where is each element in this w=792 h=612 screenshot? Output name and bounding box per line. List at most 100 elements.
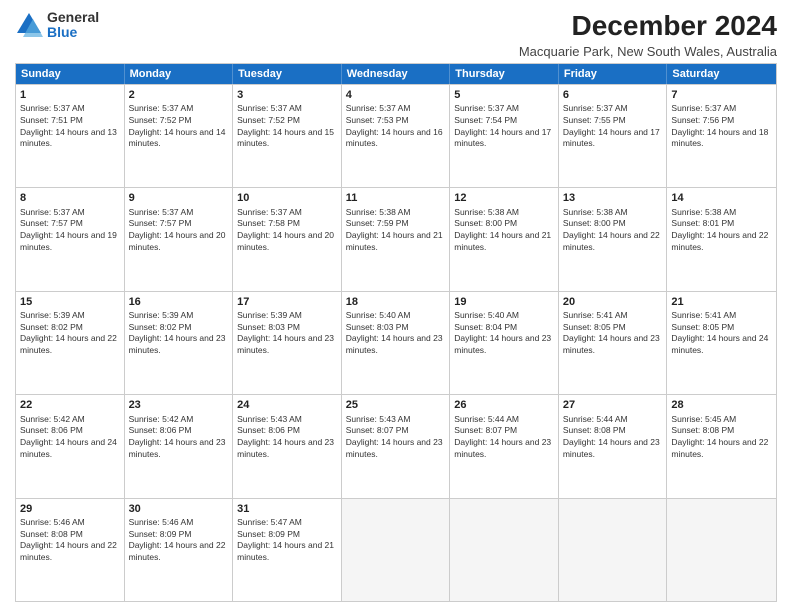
day-number: 3 (237, 88, 337, 102)
calendar-row-4: 22 Sunrise: 5:42 AMSunset: 8:06 PMDaylig… (16, 394, 776, 497)
day-number: 14 (671, 191, 772, 205)
header: General Blue December 2024 Macquarie Par… (15, 10, 777, 59)
calendar-header: Sunday Monday Tuesday Wednesday Thursday… (16, 64, 776, 84)
header-thursday: Thursday (450, 64, 559, 84)
day-number: 31 (237, 502, 337, 516)
page: General Blue December 2024 Macquarie Par… (0, 0, 792, 612)
day-18: 18 Sunrise: 5:40 AMSunset: 8:03 PMDaylig… (342, 292, 451, 394)
day-1: 1 Sunrise: 5:37 AMSunset: 7:51 PMDayligh… (16, 85, 125, 187)
calendar-row-1: 1 Sunrise: 5:37 AMSunset: 7:51 PMDayligh… (16, 84, 776, 187)
day-number: 1 (20, 88, 120, 102)
header-tuesday: Tuesday (233, 64, 342, 84)
day-2: 2 Sunrise: 5:37 AMSunset: 7:52 PMDayligh… (125, 85, 234, 187)
day-info: Sunrise: 5:37 AMSunset: 7:58 PMDaylight:… (237, 207, 334, 252)
day-25: 25 Sunrise: 5:43 AMSunset: 8:07 PMDaylig… (342, 395, 451, 497)
day-19: 19 Sunrise: 5:40 AMSunset: 8:04 PMDaylig… (450, 292, 559, 394)
calendar-row-2: 8 Sunrise: 5:37 AMSunset: 7:57 PMDayligh… (16, 187, 776, 290)
day-number: 29 (20, 502, 120, 516)
day-number: 21 (671, 295, 772, 309)
day-9: 9 Sunrise: 5:37 AMSunset: 7:57 PMDayligh… (125, 188, 234, 290)
calendar-body: 1 Sunrise: 5:37 AMSunset: 7:51 PMDayligh… (16, 84, 776, 601)
day-number: 5 (454, 88, 554, 102)
day-12: 12 Sunrise: 5:38 AMSunset: 8:00 PMDaylig… (450, 188, 559, 290)
day-info: Sunrise: 5:37 AMSunset: 7:57 PMDaylight:… (20, 207, 117, 252)
day-info: Sunrise: 5:38 AMSunset: 8:01 PMDaylight:… (671, 207, 768, 252)
day-number: 7 (671, 88, 772, 102)
subtitle: Macquarie Park, New South Wales, Austral… (519, 44, 777, 59)
logo-icon (15, 11, 43, 39)
day-number: 25 (346, 398, 446, 412)
day-number: 11 (346, 191, 446, 205)
day-number: 2 (129, 88, 229, 102)
day-number: 26 (454, 398, 554, 412)
day-info: Sunrise: 5:38 AMSunset: 7:59 PMDaylight:… (346, 207, 443, 252)
day-info: Sunrise: 5:39 AMSunset: 8:02 PMDaylight:… (129, 310, 226, 355)
day-info: Sunrise: 5:37 AMSunset: 7:52 PMDaylight:… (237, 103, 334, 148)
day-info: Sunrise: 5:44 AMSunset: 8:07 PMDaylight:… (454, 414, 551, 459)
day-15: 15 Sunrise: 5:39 AMSunset: 8:02 PMDaylig… (16, 292, 125, 394)
day-info: Sunrise: 5:43 AMSunset: 8:07 PMDaylight:… (346, 414, 443, 459)
day-27: 27 Sunrise: 5:44 AMSunset: 8:08 PMDaylig… (559, 395, 668, 497)
header-sunday: Sunday (16, 64, 125, 84)
day-16: 16 Sunrise: 5:39 AMSunset: 8:02 PMDaylig… (125, 292, 234, 394)
header-wednesday: Wednesday (342, 64, 451, 84)
day-number: 22 (20, 398, 120, 412)
day-info: Sunrise: 5:39 AMSunset: 8:02 PMDaylight:… (20, 310, 117, 355)
day-info: Sunrise: 5:39 AMSunset: 8:03 PMDaylight:… (237, 310, 334, 355)
day-5: 5 Sunrise: 5:37 AMSunset: 7:54 PMDayligh… (450, 85, 559, 187)
header-saturday: Saturday (667, 64, 776, 84)
day-6: 6 Sunrise: 5:37 AMSunset: 7:55 PMDayligh… (559, 85, 668, 187)
day-info: Sunrise: 5:37 AMSunset: 7:51 PMDaylight:… (20, 103, 117, 148)
day-info: Sunrise: 5:37 AMSunset: 7:57 PMDaylight:… (129, 207, 226, 252)
title-block: December 2024 Macquarie Park, New South … (519, 10, 777, 59)
day-info: Sunrise: 5:46 AMSunset: 8:09 PMDaylight:… (129, 517, 226, 562)
day-21: 21 Sunrise: 5:41 AMSunset: 8:05 PMDaylig… (667, 292, 776, 394)
day-info: Sunrise: 5:43 AMSunset: 8:06 PMDaylight:… (237, 414, 334, 459)
day-number: 19 (454, 295, 554, 309)
logo-general: General (47, 10, 99, 25)
main-title: December 2024 (519, 10, 777, 42)
day-info: Sunrise: 5:41 AMSunset: 8:05 PMDaylight:… (563, 310, 660, 355)
day-info: Sunrise: 5:41 AMSunset: 8:05 PMDaylight:… (671, 310, 768, 355)
day-number: 24 (237, 398, 337, 412)
logo-text: General Blue (47, 10, 99, 41)
day-info: Sunrise: 5:38 AMSunset: 8:00 PMDaylight:… (563, 207, 660, 252)
day-26: 26 Sunrise: 5:44 AMSunset: 8:07 PMDaylig… (450, 395, 559, 497)
day-number: 30 (129, 502, 229, 516)
day-14: 14 Sunrise: 5:38 AMSunset: 8:01 PMDaylig… (667, 188, 776, 290)
day-info: Sunrise: 5:37 AMSunset: 7:55 PMDaylight:… (563, 103, 660, 148)
day-number: 6 (563, 88, 663, 102)
day-number: 9 (129, 191, 229, 205)
day-24: 24 Sunrise: 5:43 AMSunset: 8:06 PMDaylig… (233, 395, 342, 497)
logo: General Blue (15, 10, 99, 41)
day-info: Sunrise: 5:46 AMSunset: 8:08 PMDaylight:… (20, 517, 117, 562)
day-number: 8 (20, 191, 120, 205)
day-30: 30 Sunrise: 5:46 AMSunset: 8:09 PMDaylig… (125, 499, 234, 601)
day-number: 15 (20, 295, 120, 309)
day-number: 18 (346, 295, 446, 309)
day-info: Sunrise: 5:37 AMSunset: 7:52 PMDaylight:… (129, 103, 226, 148)
day-8: 8 Sunrise: 5:37 AMSunset: 7:57 PMDayligh… (16, 188, 125, 290)
calendar-row-5: 29 Sunrise: 5:46 AMSunset: 8:08 PMDaylig… (16, 498, 776, 601)
day-info: Sunrise: 5:37 AMSunset: 7:53 PMDaylight:… (346, 103, 443, 148)
day-info: Sunrise: 5:42 AMSunset: 8:06 PMDaylight:… (20, 414, 117, 459)
calendar-row-3: 15 Sunrise: 5:39 AMSunset: 8:02 PMDaylig… (16, 291, 776, 394)
header-friday: Friday (559, 64, 668, 84)
day-10: 10 Sunrise: 5:37 AMSunset: 7:58 PMDaylig… (233, 188, 342, 290)
empty-cell (342, 499, 451, 601)
day-number: 12 (454, 191, 554, 205)
day-info: Sunrise: 5:42 AMSunset: 8:06 PMDaylight:… (129, 414, 226, 459)
day-13: 13 Sunrise: 5:38 AMSunset: 8:00 PMDaylig… (559, 188, 668, 290)
day-number: 4 (346, 88, 446, 102)
empty-cell (667, 499, 776, 601)
day-number: 16 (129, 295, 229, 309)
day-info: Sunrise: 5:40 AMSunset: 8:04 PMDaylight:… (454, 310, 551, 355)
header-monday: Monday (125, 64, 234, 84)
day-28: 28 Sunrise: 5:45 AMSunset: 8:08 PMDaylig… (667, 395, 776, 497)
day-info: Sunrise: 5:38 AMSunset: 8:00 PMDaylight:… (454, 207, 551, 252)
day-number: 27 (563, 398, 663, 412)
day-info: Sunrise: 5:47 AMSunset: 8:09 PMDaylight:… (237, 517, 334, 562)
day-number: 13 (563, 191, 663, 205)
day-29: 29 Sunrise: 5:46 AMSunset: 8:08 PMDaylig… (16, 499, 125, 601)
day-info: Sunrise: 5:45 AMSunset: 8:08 PMDaylight:… (671, 414, 768, 459)
